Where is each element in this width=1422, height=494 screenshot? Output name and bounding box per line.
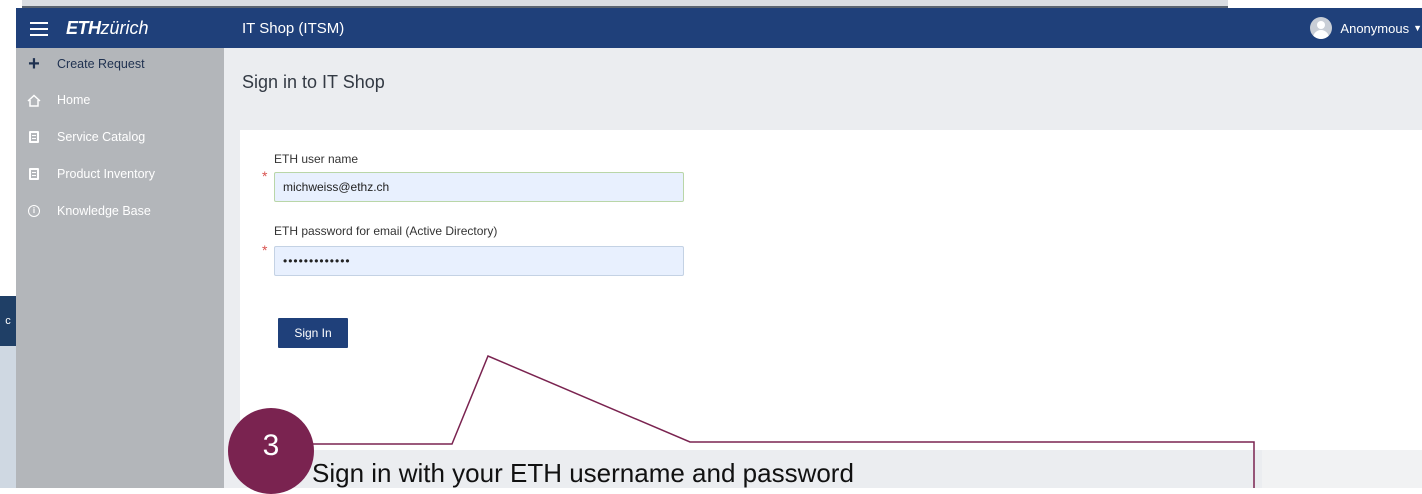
sidebar-item-create-request[interactable]: + Create Request [16, 52, 224, 76]
user-name: Anonymous [1340, 20, 1410, 36]
user-menu[interactable]: Anonymous ▼ [1310, 15, 1422, 41]
sign-in-card: ETH user name * michweiss@ethz.ch ETH pa… [240, 130, 1422, 450]
sidebar-item-label: Product Inventory [57, 167, 155, 181]
sign-in-button[interactable]: Sign In [278, 318, 348, 348]
step-number-badge: 3 [228, 408, 314, 494]
home-icon [26, 93, 42, 107]
frame-bar [22, 0, 1228, 8]
chevron-down-icon: ▼ [1413, 23, 1422, 33]
plus-icon: + [28, 53, 40, 75]
footer-pale-area [1262, 450, 1422, 488]
callout-text: Sign in with your ETH username and passw… [312, 458, 854, 488]
sidebar-item-product-inventory[interactable]: Product Inventory [16, 162, 224, 186]
password-input[interactable]: ••••••••••••• [274, 246, 684, 276]
edge-pale-area [0, 346, 16, 488]
document-icon [26, 131, 42, 143]
sidebar-item-service-catalog[interactable]: Service Catalog [16, 125, 224, 149]
document-icon [26, 168, 42, 180]
edge-tab: c [0, 296, 16, 346]
password-label: ETH password for email (Active Directory… [274, 224, 498, 238]
required-mark: * [262, 242, 268, 258]
main-content: Sign in to IT Shop ETH user name * michw… [224, 48, 1422, 488]
top-navigation-bar: ETHzürich IT Shop (ITSM) Anonymous ▼ [16, 8, 1422, 48]
page-title: Sign in to IT Shop [242, 72, 385, 92]
logo-zurich: zürich [100, 18, 149, 38]
username-input[interactable]: michweiss@ethz.ch [274, 172, 684, 202]
app-title[interactable]: IT Shop (ITSM) [242, 20, 344, 37]
sidebar-item-label: Home [57, 93, 91, 107]
info-icon: i [26, 205, 42, 217]
eth-zurich-logo[interactable]: ETHzürich [66, 18, 149, 39]
required-mark: * [262, 168, 268, 184]
sidebar-item-label: Knowledge Base [57, 204, 151, 218]
username-label: ETH user name [274, 152, 359, 166]
sidebar-item-label: Service Catalog [57, 130, 146, 144]
sidebar: + Create Request Home Service Catalog Pr… [16, 48, 224, 488]
sidebar-item-knowledge-base[interactable]: i Knowledge Base [16, 199, 224, 223]
logo-eth: ETH [66, 18, 101, 38]
sidebar-item-home[interactable]: Home [16, 88, 224, 112]
window-frame-top [0, 0, 1422, 8]
user-avatar-icon [1310, 17, 1333, 39]
left-edge-strip: c [0, 8, 16, 488]
hamburger-icon[interactable] [30, 18, 48, 38]
sidebar-item-label: Create Request [57, 57, 145, 71]
